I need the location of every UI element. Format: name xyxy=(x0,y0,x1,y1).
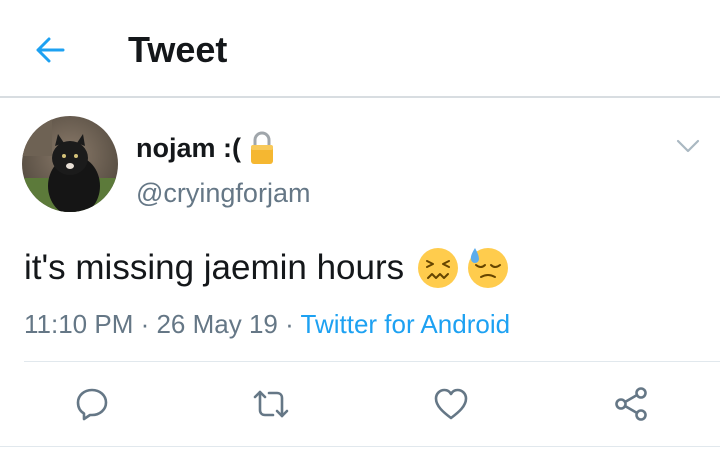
tweet-text-content: it's missing jaemin hours xyxy=(24,248,405,287)
tweet-source-link[interactable]: Twitter for Android xyxy=(301,309,511,339)
tweet-detail-screen: Tweet nojam :(@cryingforjam it's missin… xyxy=(0,0,720,450)
avatar[interactable] xyxy=(22,116,118,212)
top-app-bar: Tweet xyxy=(0,0,720,98)
share-icon xyxy=(615,387,647,421)
like-button[interactable] xyxy=(431,384,471,424)
back-button[interactable] xyxy=(24,28,76,72)
divider xyxy=(24,361,720,362)
arrow-left-icon xyxy=(36,37,65,63)
chevron-down-icon xyxy=(676,139,700,153)
divider xyxy=(0,446,720,447)
meta-separator: · xyxy=(133,309,157,339)
confounded-face-emoji xyxy=(418,248,459,288)
avatar-cat-image xyxy=(22,116,118,212)
tweet-date: 26 May 19 xyxy=(156,309,278,339)
meta-separator: · xyxy=(277,309,301,339)
reply-icon xyxy=(76,388,108,421)
retweet-button[interactable] xyxy=(251,384,291,424)
reply-button[interactable] xyxy=(72,384,112,424)
user-handle[interactable]: @cryingforjam xyxy=(136,178,310,209)
more-options-button[interactable] xyxy=(672,132,704,160)
lock-icon xyxy=(251,131,273,164)
display-name[interactable]: nojam :( xyxy=(136,130,275,166)
tweet-time: 11:10 PM xyxy=(24,309,134,339)
display-name-text: nojam :( xyxy=(136,132,241,163)
page-title: Tweet xyxy=(128,29,228,70)
share-button[interactable] xyxy=(611,384,651,424)
heart-icon xyxy=(434,388,468,420)
retweet-icon xyxy=(253,390,289,418)
tweet-text: it's missing jaemin hours xyxy=(24,246,510,290)
downcast-face-with-sweat-emoji xyxy=(468,248,509,288)
tweet-metadata: 11:10 PM · 26 May 19 · Twitter for Andro… xyxy=(24,306,510,342)
